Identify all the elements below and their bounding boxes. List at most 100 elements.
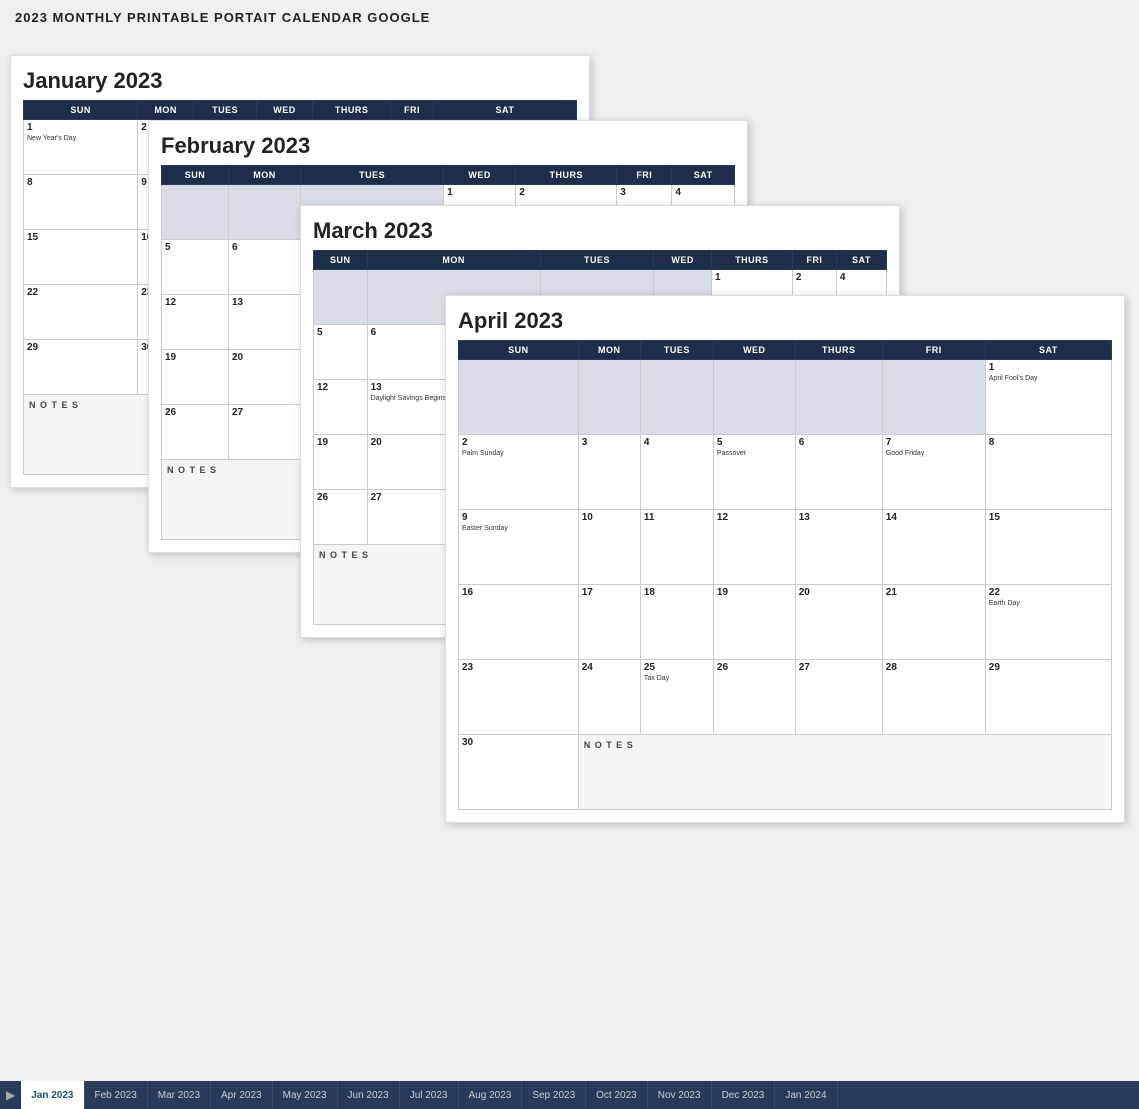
table-row: 30 [459, 735, 579, 810]
feb-header-sat: SAT [672, 166, 735, 185]
table-row: 28 [882, 660, 985, 735]
table-row: 7Good Friday [882, 435, 985, 510]
table-row: 23 [459, 660, 579, 735]
april-calendar: April 2023 SUN MON TUES WED THURS FRI SA… [445, 295, 1125, 823]
feb-header-mon: MON [228, 166, 300, 185]
table-row: 20 [795, 585, 882, 660]
apr-header-tue: TUES [640, 341, 713, 360]
mar-header-fri: FRI [792, 251, 836, 270]
table-row: 5 [314, 325, 368, 380]
table-row: 4 [640, 435, 713, 510]
tab-jul-2023[interactable]: Jul 2023 [400, 1081, 459, 1109]
table-row [795, 360, 882, 435]
tab-jan-2023[interactable]: Jan 2023 [21, 1081, 84, 1109]
table-row: 5Passover [713, 435, 795, 510]
table-row: 10 [578, 510, 640, 585]
tab-feb-2023[interactable]: Feb 2023 [85, 1081, 148, 1109]
tab-dec-2023[interactable]: Dec 2023 [712, 1081, 776, 1109]
feb-header-fri: FRI [617, 166, 672, 185]
table-row: 29 [24, 340, 138, 395]
feb-header-tue: TUES [301, 166, 444, 185]
tab-bar: ▶ Jan 2023 Feb 2023 Mar 2023 Apr 2023 Ma… [0, 1081, 1139, 1109]
february-title: February 2023 [161, 133, 735, 159]
tab-scroll-left[interactable]: ▶ [0, 1088, 21, 1102]
table-row: 12 [314, 380, 368, 435]
table-row: 13 [795, 510, 882, 585]
feb-header-sun: SUN [162, 166, 229, 185]
table-row: 20 [228, 350, 300, 405]
tab-oct-2023[interactable]: Oct 2023 [586, 1081, 648, 1109]
jan-header-fri: FRI [391, 101, 434, 120]
april-grid: SUN MON TUES WED THURS FRI SAT 1 [458, 340, 1112, 810]
mar-header-thu: THURS [712, 251, 793, 270]
table-row: 19 [713, 585, 795, 660]
feb-header-thu: THURS [516, 166, 617, 185]
table-row: 11 [640, 510, 713, 585]
table-row: 19 [314, 435, 368, 490]
table-row: 18 [640, 585, 713, 660]
table-row [578, 360, 640, 435]
table-row: 24 [578, 660, 640, 735]
tab-sep-2023[interactable]: Sep 2023 [522, 1081, 586, 1109]
table-row: 12 [162, 295, 229, 350]
table-row: 13 [228, 295, 300, 350]
tab-jun-2023[interactable]: Jun 2023 [338, 1081, 400, 1109]
tab-may-2023[interactable]: May 2023 [273, 1081, 338, 1109]
apr-header-wed: WED [713, 341, 795, 360]
table-row: 16 17 18 19 20 21 22Earth Day [459, 585, 1112, 660]
table-row [713, 360, 795, 435]
tab-nov-2023[interactable]: Nov 2023 [648, 1081, 712, 1109]
jan-header-thu: THURS [312, 101, 390, 120]
jan-header-tue: TUES [194, 101, 257, 120]
january-title: January 2023 [23, 68, 577, 94]
page-title: 2023 MONTHLY PRINTABLE PORTAIT CALENDAR … [15, 10, 1124, 25]
apr-header-thu: THURS [795, 341, 882, 360]
jan-header-wed: WED [257, 101, 313, 120]
jan-header-sat: SAT [433, 101, 576, 120]
notes-label: N O T E S [578, 735, 1111, 810]
table-row: 8 [985, 435, 1111, 510]
table-row: 9Easter Sunday 10 11 12 13 14 15 [459, 510, 1112, 585]
table-row: 6 [795, 435, 882, 510]
table-row [314, 270, 368, 325]
mar-header-mon: MON [367, 251, 540, 270]
apr-header-sun: SUN [459, 341, 579, 360]
table-row: 1April Fool's Day [459, 360, 1112, 435]
tab-aug-2023[interactable]: Aug 2023 [459, 1081, 523, 1109]
tab-apr-2023[interactable]: Apr 2023 [211, 1081, 273, 1109]
tab-jan-2024[interactable]: Jan 2024 [775, 1081, 837, 1109]
table-row: 2Palm Sunday 3 4 5Passover 6 7Good Frida… [459, 435, 1112, 510]
table-row: 9Easter Sunday [459, 510, 579, 585]
table-row: 2Palm Sunday [459, 435, 579, 510]
table-row: 26 [314, 490, 368, 545]
table-row: 12 [713, 510, 795, 585]
table-row: 15 [985, 510, 1111, 585]
table-row: 22 [24, 285, 138, 340]
table-row: 5 [162, 240, 229, 295]
table-row [162, 185, 229, 240]
table-row: 1April Fool's Day [985, 360, 1111, 435]
table-row [228, 185, 300, 240]
table-row: 17 [578, 585, 640, 660]
table-row: 22Earth Day [985, 585, 1111, 660]
table-row: 21 [882, 585, 985, 660]
table-row: 26 [162, 405, 229, 460]
table-row: 27 [228, 405, 300, 460]
tab-mar-2023[interactable]: Mar 2023 [148, 1081, 211, 1109]
apr-header-sat: SAT [985, 341, 1111, 360]
table-row [640, 360, 713, 435]
table-row: 8 [24, 175, 138, 230]
table-row: 1New Year's Day [24, 120, 138, 175]
feb-header-wed: WED [444, 166, 516, 185]
table-row [459, 360, 579, 435]
table-row: 16 [459, 585, 579, 660]
march-title: March 2023 [313, 218, 887, 244]
table-row [882, 360, 985, 435]
april-title: April 2023 [458, 308, 1112, 334]
table-row: 27 [795, 660, 882, 735]
table-row: 3 [578, 435, 640, 510]
table-row: 19 [162, 350, 229, 405]
table-row: 25Tax Day [640, 660, 713, 735]
table-row: 15 [24, 230, 138, 285]
mar-header-wed: WED [654, 251, 712, 270]
